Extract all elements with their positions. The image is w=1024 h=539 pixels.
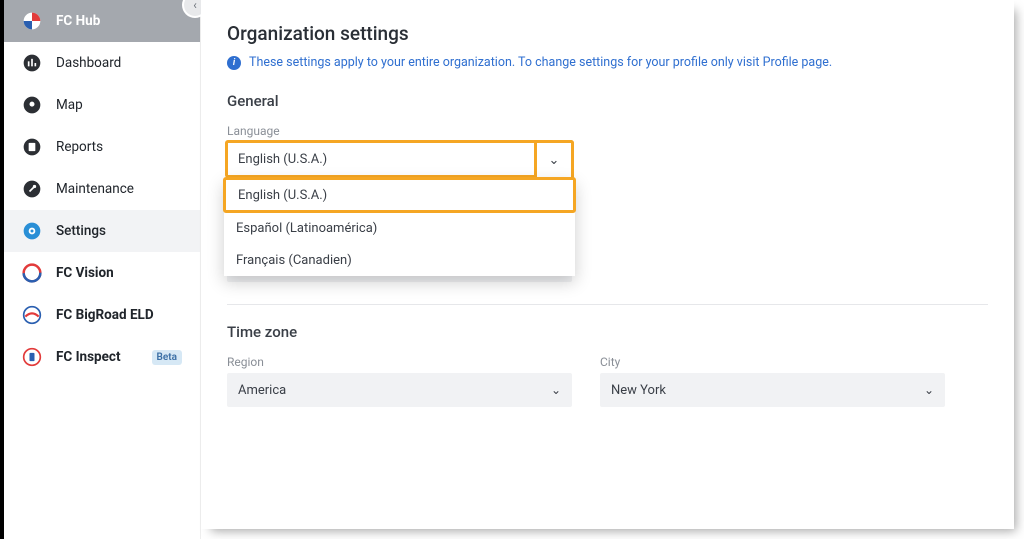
sidebar-item-label: FC BigRoad ELD <box>56 307 154 323</box>
language-option[interactable]: Español (Latinoamérica) <box>224 212 575 244</box>
fc-inspect-logo-icon <box>22 347 42 367</box>
wrench-icon <box>22 179 42 199</box>
sidebar-item-label: Reports <box>56 139 103 155</box>
city-select-value: New York <box>611 383 666 398</box>
beta-badge: Beta <box>152 350 182 365</box>
sidebar-item-fc-vision[interactable]: FC Vision <box>4 252 200 294</box>
language-option[interactable]: Français (Canadien) <box>224 244 575 276</box>
main-content: Organization settings i These settings a… <box>201 0 1014 529</box>
sidebar-item-map[interactable]: Map <box>4 84 200 126</box>
fc-vision-logo-icon <box>22 263 42 283</box>
chevron-down-icon: ⌄ <box>551 383 561 397</box>
language-select-value: English (U.S.A.) <box>238 152 327 167</box>
language-dropdown-toggle[interactable]: ⌄ <box>534 140 574 180</box>
city-label: City <box>600 355 945 369</box>
sidebar-item-label: Maintenance <box>56 181 134 197</box>
map-pin-icon <box>22 95 42 115</box>
info-text: These settings apply to your entire orga… <box>249 55 832 70</box>
sidebar-item-fc-inspect[interactable]: FC Inspect Beta <box>4 336 200 378</box>
fc-hub-logo-icon <box>22 11 42 31</box>
city-select[interactable]: New York ⌄ <box>600 373 945 407</box>
info-banner: i These settings apply to your entire or… <box>227 55 988 70</box>
sidebar-item-settings[interactable]: Settings <box>4 210 200 252</box>
region-select-value: America <box>238 383 286 398</box>
region-label: Region <box>227 355 572 369</box>
sidebar-item-label: Settings <box>56 223 106 239</box>
reports-icon <box>22 137 42 157</box>
language-option[interactable]: English (U.S.A.) <box>223 177 576 213</box>
page-title: Organization settings <box>227 22 988 45</box>
chevron-down-icon: ⌄ <box>549 153 560 168</box>
sidebar-item-maintenance[interactable]: Maintenance <box>4 168 200 210</box>
fc-bigroad-logo-icon <box>22 305 42 325</box>
gear-icon <box>22 221 42 241</box>
info-icon: i <box>227 56 241 70</box>
chevron-left-icon: ‹ <box>193 0 197 12</box>
sidebar-item-label: Dashboard <box>56 55 121 71</box>
sidebar: ‹ FC Hub Dashboard Map <box>4 0 201 539</box>
chevron-down-icon: ⌄ <box>924 383 934 397</box>
language-label: Language <box>227 124 988 138</box>
sidebar-item-label: Map <box>56 97 83 113</box>
language-select[interactable]: English (U.S.A.) ⌄ <box>227 142 572 176</box>
region-select[interactable]: America ⌄ <box>227 373 572 407</box>
sidebar-item-label: FC Hub <box>56 13 100 29</box>
sidebar-item-label: FC Inspect <box>56 349 121 365</box>
section-divider <box>227 304 988 305</box>
sidebar-item-reports[interactable]: Reports <box>4 126 200 168</box>
section-title-general: General <box>227 92 988 110</box>
sidebar-item-fc-bigroad-eld[interactable]: FC BigRoad ELD <box>4 294 200 336</box>
sidebar-item-fc-hub[interactable]: FC Hub <box>4 0 200 42</box>
language-dropdown: English (U.S.A.) Español (Latinoamérica)… <box>224 178 575 276</box>
sidebar-item-label: FC Vision <box>56 265 114 281</box>
section-title-timezone: Time zone <box>227 323 988 341</box>
sidebar-item-dashboard[interactable]: Dashboard <box>4 42 200 84</box>
dashboard-icon <box>22 53 42 73</box>
